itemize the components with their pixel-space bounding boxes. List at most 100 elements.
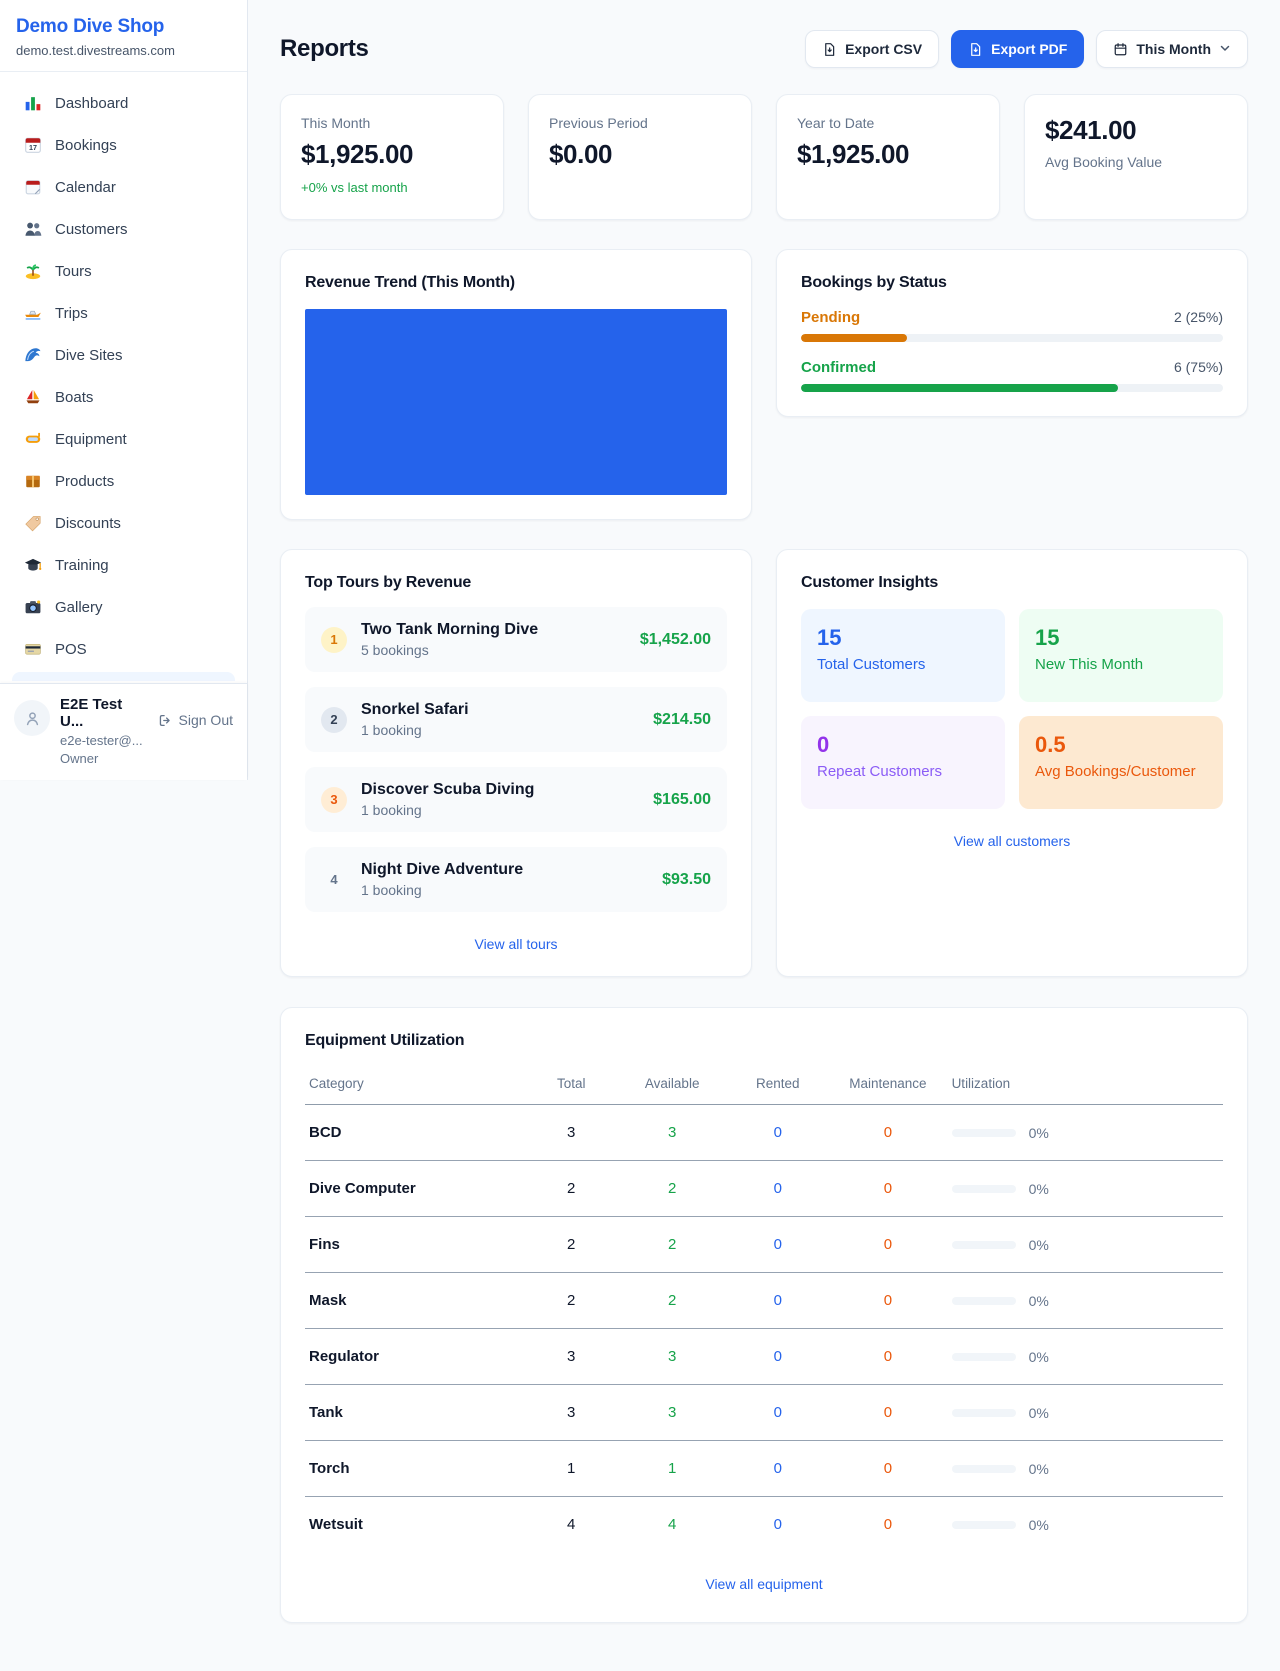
cell-total: 2 (525, 1217, 617, 1273)
sailboat-icon (24, 388, 42, 406)
sidebar-item-customers[interactable]: Customers (12, 210, 235, 248)
equipment-utilization-card: Equipment Utilization Category Total Ava… (280, 1007, 1248, 1623)
sidebar-item-tours[interactable]: Tours (12, 252, 235, 290)
sign-out-icon (158, 713, 173, 728)
stats-row: This Month $1,925.00 +0% vs last month P… (280, 94, 1248, 220)
cell-maintenance: 0 (828, 1105, 947, 1161)
cell-maintenance: 0 (828, 1441, 947, 1497)
stat-card-this-month: This Month $1,925.00 +0% vs last month (280, 94, 504, 220)
progress-fill (801, 334, 907, 342)
utilization-cell: 0% (952, 1405, 1219, 1421)
sidebar-item-dashboard[interactable]: Dashboard (12, 84, 235, 122)
user-email: e2e-tester@... (60, 733, 148, 748)
sidebar-item-label: Trips (55, 305, 88, 322)
tour-row: 3 Discover Scuba Diving 1 booking $165.0… (305, 767, 727, 832)
insight-value: 0 (817, 732, 989, 758)
table-row: Regulator 3 3 0 0 0% (305, 1329, 1223, 1385)
chevron-down-icon (1219, 41, 1231, 57)
progress-fill (801, 384, 1118, 392)
export-csv-button[interactable]: Export CSV (805, 30, 939, 68)
utilization-bar (952, 1409, 1016, 1417)
period-dropdown[interactable]: This Month (1096, 30, 1248, 68)
sign-out-button[interactable]: Sign Out (158, 712, 233, 728)
insight-new-this-month: 15 New This Month (1019, 609, 1223, 702)
insight-label: Total Customers (817, 656, 989, 673)
sidebar-item-boats[interactable]: Boats (12, 378, 235, 416)
tour-name: Discover Scuba Diving (361, 781, 639, 799)
calendar-date-icon: 17 (24, 136, 42, 154)
utilization-cell: 0% (952, 1461, 1219, 1477)
sidebar-item-equipment[interactable]: Equipment (12, 420, 235, 458)
revenue-trend-title: Revenue Trend (This Month) (305, 274, 727, 292)
rank-badge: 1 (321, 627, 347, 653)
sidebar-item-gallery[interactable]: Gallery (12, 588, 235, 626)
cell-available: 3 (617, 1105, 727, 1161)
insight-repeat-customers: 0 Repeat Customers (801, 716, 1005, 809)
table-row: Dive Computer 2 2 0 0 0% (305, 1161, 1223, 1217)
status-count: 2 (25%) (1174, 309, 1223, 325)
export-pdf-label: Export PDF (991, 41, 1067, 57)
sidebar-item-label: Products (55, 473, 114, 490)
sidebar-item-pos[interactable]: POS (12, 630, 235, 668)
stat-label: This Month (301, 115, 483, 131)
sidebar-item-discounts[interactable]: Discounts (12, 504, 235, 542)
sidebar-item-label: Discounts (55, 515, 121, 532)
sidebar-item-label: Tours (55, 263, 92, 280)
island-icon (24, 262, 42, 280)
cell-category: Fins (305, 1217, 525, 1273)
utilization-percent: 0% (1029, 1237, 1049, 1253)
sidebar-item-label: Training (55, 557, 109, 574)
sidebar-item-dive-sites[interactable]: Dive Sites (12, 336, 235, 374)
sidebar-item-products[interactable]: Products (12, 462, 235, 500)
bar-chart-icon (24, 94, 42, 112)
sidebar-item-calendar[interactable]: Calendar (12, 168, 235, 206)
tour-row: 4 Night Dive Adventure 1 booking $93.50 (305, 847, 727, 912)
cell-category: Torch (305, 1441, 525, 1497)
stat-label: Year to Date (797, 115, 979, 131)
tear-off-calendar-icon (24, 178, 42, 196)
sidebar-item-active-partial[interactable] (12, 672, 235, 681)
person-icon (24, 710, 41, 727)
sidebar-item-training[interactable]: Training (12, 546, 235, 584)
sidebar-item-bookings[interactable]: 17 Bookings (12, 126, 235, 164)
view-all-tours-link[interactable]: View all tours (305, 936, 727, 952)
utilization-bar (952, 1241, 1016, 1249)
file-download-icon (968, 42, 983, 57)
utilization-cell: 0% (952, 1181, 1219, 1197)
top-tours-card: Top Tours by Revenue 1 Two Tank Morning … (280, 549, 752, 977)
export-pdf-button[interactable]: Export PDF (951, 30, 1084, 68)
cell-total: 4 (525, 1497, 617, 1553)
sidebar-item-label: POS (55, 641, 87, 658)
col-category: Category (305, 1066, 525, 1105)
stat-value: $241.00 (1045, 115, 1227, 146)
cell-rented: 0 (727, 1385, 828, 1441)
sidebar-item-label: Boats (55, 389, 93, 406)
utilization-cell: 0% (952, 1237, 1219, 1253)
table-row: Tank 3 3 0 0 0% (305, 1385, 1223, 1441)
utilization-percent: 0% (1029, 1293, 1049, 1309)
tour-revenue: $214.50 (653, 711, 711, 729)
lists-row: Top Tours by Revenue 1 Two Tank Morning … (280, 549, 1248, 977)
utilization-bar (952, 1465, 1016, 1473)
cell-available: 3 (617, 1385, 727, 1441)
credit-card-icon (24, 640, 42, 658)
sidebar-item-trips[interactable]: Trips (12, 294, 235, 332)
file-download-icon (822, 42, 837, 57)
stat-card-year-to-date: Year to Date $1,925.00 (776, 94, 1000, 220)
utilization-percent: 0% (1029, 1349, 1049, 1365)
view-all-equipment-link[interactable]: View all equipment (305, 1576, 1223, 1592)
page-header: Reports Export CSV Export PDF This Month (280, 30, 1248, 68)
col-utilization: Utilization (948, 1066, 1223, 1105)
svg-text:17: 17 (29, 143, 37, 152)
view-all-customers-link[interactable]: View all customers (801, 833, 1223, 849)
cell-rented: 0 (727, 1329, 828, 1385)
sidebar: Demo Dive Shop demo.test.divestreams.com… (0, 0, 248, 780)
sidebar-item-label: Customers (55, 221, 128, 238)
wave-icon (24, 346, 42, 364)
calendar-icon (1113, 42, 1128, 57)
cell-available: 2 (617, 1161, 727, 1217)
cell-category: Dive Computer (305, 1161, 525, 1217)
top-tours-title: Top Tours by Revenue (305, 574, 727, 592)
insight-label: New This Month (1035, 656, 1207, 673)
bookings-by-status-title: Bookings by Status (801, 274, 1223, 292)
